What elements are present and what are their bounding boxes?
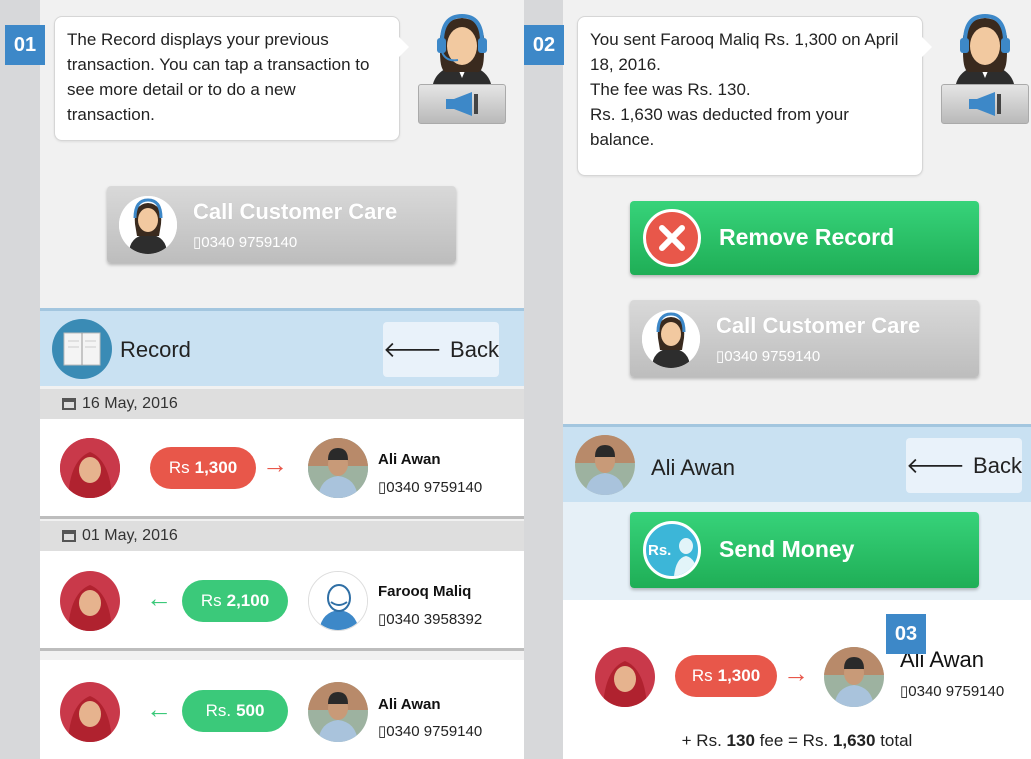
user-avatar bbox=[595, 647, 655, 707]
contact-name: Farooq Maliq bbox=[378, 583, 472, 600]
contact-phone-number: 0340 3958392 bbox=[386, 611, 483, 628]
contact-avatar bbox=[308, 571, 368, 631]
amount-pill: Rs. 500 bbox=[182, 690, 288, 732]
call-care-label: Call Customer Care bbox=[716, 313, 921, 338]
help-text: The Record displays your previous transa… bbox=[67, 30, 370, 124]
send-money-label: Send Money bbox=[719, 536, 855, 562]
amount-pill: Rs 1,300 bbox=[150, 447, 256, 489]
fee-prefix: + Rs. bbox=[681, 731, 722, 750]
megaphone-icon bbox=[941, 84, 1029, 124]
help-line: Rs. 1,630 was deducted from your balance… bbox=[590, 105, 849, 149]
arrow-right-icon: → bbox=[262, 449, 288, 479]
total-amount: 1,630 bbox=[832, 731, 876, 750]
remove-label: Remove Record bbox=[719, 224, 895, 250]
contact-phone-number: 0340 9759140 bbox=[386, 723, 483, 740]
back-button[interactable]: 🡐 Back bbox=[383, 322, 499, 377]
currency: Rs bbox=[200, 591, 222, 610]
contact-phone: ▯0340 3958392 bbox=[378, 611, 483, 628]
call-care-label: Call Customer Care bbox=[193, 199, 398, 224]
call-care-phone-number: 0340 9759140 bbox=[201, 234, 298, 251]
currency: Rs bbox=[691, 666, 713, 685]
megaphone-icon bbox=[418, 84, 506, 124]
amount: 2,100 bbox=[226, 591, 270, 610]
user-avatar bbox=[60, 438, 120, 498]
support-agent-icon bbox=[642, 310, 700, 368]
transaction-detail: Rs 1,300 → Ali Awan ▯0340 9759140 + Rs. 1… bbox=[563, 600, 1031, 759]
contact-avatar bbox=[824, 647, 884, 707]
support-agent-icon bbox=[119, 196, 177, 254]
fee-amount: 130 bbox=[726, 731, 755, 750]
arrow-left-icon: ← bbox=[146, 583, 172, 613]
screen-record: The Record displays your previous transa… bbox=[40, 0, 524, 759]
amount: 1,300 bbox=[194, 458, 238, 477]
back-label: Back bbox=[973, 452, 1022, 478]
contact-phone: ▯0340 9759140 bbox=[378, 479, 483, 496]
user-avatar bbox=[60, 571, 120, 631]
contact-avatar bbox=[308, 682, 368, 742]
step-badge: 01 bbox=[5, 25, 45, 65]
call-care-phone: ▯0340 9759140 bbox=[193, 234, 298, 251]
contact-phone: ▯0340 9759140 bbox=[378, 723, 483, 740]
call-care-phone: ▯0340 9759140 bbox=[716, 348, 821, 365]
contact-phone: ▯0340 9759140 bbox=[900, 683, 1005, 700]
call-customer-care-button[interactable]: Call Customer Care ▯0340 9759140 bbox=[630, 300, 979, 377]
contact-phone-number: 0340 9759140 bbox=[908, 683, 1005, 700]
support-agent-icon[interactable] bbox=[418, 12, 506, 124]
currency: Rs bbox=[168, 458, 190, 477]
arrow-left-icon: ← bbox=[146, 694, 172, 724]
amount-pill: Rs 1,300 bbox=[675, 655, 777, 697]
send-money-button[interactable]: Rs. Send Money bbox=[630, 512, 979, 588]
arrow-right-icon: → bbox=[783, 658, 809, 688]
contact-avatar bbox=[575, 435, 635, 495]
fee-mid: fee = Rs. bbox=[759, 731, 829, 750]
contact-avatar bbox=[308, 438, 368, 498]
date-header: 01 May, 2016 bbox=[40, 521, 524, 551]
transaction-row[interactable]: Rs 1,300 → Ali Awan ▯0340 9759140 bbox=[40, 419, 524, 519]
help-line: The fee was Rs. 130. bbox=[590, 80, 751, 99]
help-bubble: You sent Farooq Maliq Rs. 1,300 on April… bbox=[577, 16, 932, 176]
page-title: Record bbox=[120, 337, 191, 362]
help-line: You sent Farooq Maliq Rs. 1,300 on April… bbox=[590, 30, 899, 74]
send-money-icon: Rs. bbox=[643, 521, 701, 579]
book-icon bbox=[52, 319, 112, 379]
call-customer-care-button[interactable]: Call Customer Care ▯0340 9759140 bbox=[107, 186, 456, 263]
amount: 500 bbox=[236, 701, 265, 720]
back-button[interactable]: 🡐 Back bbox=[906, 438, 1022, 493]
page-title: Ali Awan bbox=[651, 455, 735, 480]
arrow-left-icon: 🡐 bbox=[383, 336, 443, 362]
calendar-icon bbox=[62, 530, 76, 542]
contact-phone-number: 0340 9759140 bbox=[386, 479, 483, 496]
screen-record-detail: You sent Farooq Maliq Rs. 1,300 on April… bbox=[563, 0, 1031, 759]
transaction-row[interactable]: ← Rs 2,100 Farooq Maliq ▯0340 3958392 bbox=[40, 551, 524, 651]
date-label: 16 May, 2016 bbox=[82, 395, 178, 412]
step-badge: 02 bbox=[524, 25, 564, 65]
transaction-row[interactable]: ← Rs. 500 Ali Awan ▯0340 9759140 bbox=[40, 660, 524, 759]
contact-header: Ali Awan 🡐 Back bbox=[563, 424, 1031, 502]
total-suffix: total bbox=[880, 731, 913, 750]
contact-name: Ali Awan bbox=[378, 451, 441, 468]
support-agent-icon[interactable] bbox=[941, 12, 1029, 124]
arrow-left-icon: 🡐 bbox=[906, 452, 966, 478]
date-header: 16 May, 2016 bbox=[40, 389, 524, 419]
call-care-phone-number: 0340 9759140 bbox=[724, 348, 821, 365]
remove-record-button[interactable]: Remove Record bbox=[630, 201, 979, 275]
amount-pill: Rs 2,100 bbox=[182, 580, 288, 622]
step-badge: 03 bbox=[886, 614, 926, 654]
help-bubble: The Record displays your previous transa… bbox=[54, 16, 409, 141]
contact-name: Ali Awan bbox=[378, 696, 441, 713]
record-header: Record 🡐 Back bbox=[40, 308, 524, 386]
amount: 1,300 bbox=[717, 666, 761, 685]
calendar-icon bbox=[62, 398, 76, 410]
fee-summary: + Rs. 130 fee = Rs. 1,630 total bbox=[563, 731, 1031, 751]
back-label: Back bbox=[450, 336, 499, 362]
date-label: 01 May, 2016 bbox=[82, 527, 178, 544]
user-avatar bbox=[60, 682, 120, 742]
remove-x-icon bbox=[643, 209, 701, 267]
currency: Rs. bbox=[205, 701, 232, 720]
